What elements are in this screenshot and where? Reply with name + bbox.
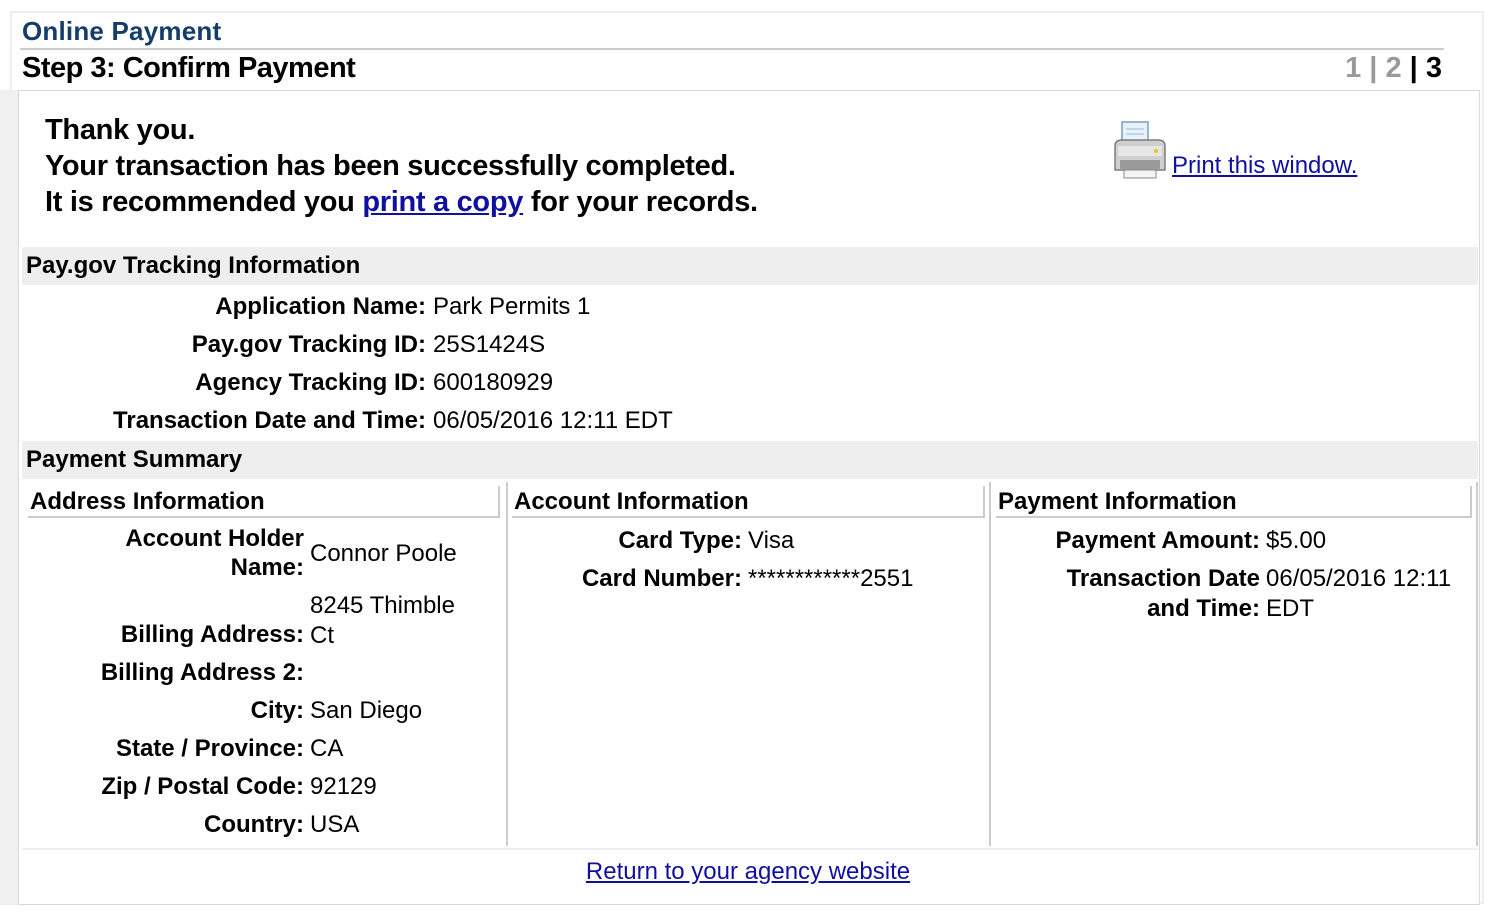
field-value: 600180929 — [433, 369, 554, 396]
field-value: Visa — [748, 527, 795, 554]
field-value: Park Permits 1 — [433, 293, 591, 320]
tracking-section-header: Pay.gov Tracking Information — [22, 247, 1478, 285]
title-divider — [20, 48, 1444, 50]
success-line: Your transaction has been successfully c… — [45, 150, 736, 182]
payment-info-heading: Payment Information — [996, 486, 1472, 518]
label-line: Account Holder — [125, 525, 304, 552]
print-window-area: Print this window. — [1112, 112, 1357, 182]
field-label: Country: — [204, 811, 304, 838]
field-label: Billing Address 2: — [100, 659, 304, 686]
footer: Return to your agency website — [0, 858, 1496, 886]
field-label: Account Holder Name: — [30, 524, 304, 582]
print-copy-link[interactable]: print a copy — [362, 186, 523, 218]
step-title: Step 3: Confirm Payment — [22, 52, 356, 84]
field-value: 25S1424S — [433, 331, 546, 358]
tracking-row: Agency Tracking ID: 600180929 — [22, 364, 1022, 402]
field-label: Card Number: — [581, 565, 742, 592]
value-line: 8245 Thimble — [310, 592, 455, 619]
field-value: 06/05/2016 12:11 EDT — [433, 407, 673, 434]
step-3-current: 3 — [1425, 52, 1442, 84]
print-window-link[interactable]: Print this window. — [1172, 152, 1357, 180]
value-line: EDT — [1266, 595, 1314, 622]
field-value: Connor Poole — [310, 540, 457, 567]
return-to-agency-link[interactable]: Return to your agency website — [586, 858, 910, 885]
field-label: State / Province: — [115, 735, 304, 762]
field-value: 92129 — [310, 773, 377, 800]
field-value: 06/05/2016 12:11 EDT — [1266, 564, 1451, 624]
value-line: 06/05/2016 12:11 — [1266, 565, 1452, 592]
field-value: 8245 Thimble Ct — [310, 591, 455, 651]
tracking-row: Pay.gov Tracking ID: 25S1424S — [22, 326, 1022, 364]
page-title: Online Payment — [22, 16, 222, 46]
step-1: 1 — [1345, 52, 1362, 84]
field-value: USA — [310, 811, 360, 838]
field-label: Transaction Date and Time: — [113, 407, 426, 434]
recommend-text: It is recommended you — [45, 186, 363, 218]
step-indicator: 1 | 2 | 3 — [1345, 52, 1442, 85]
field-value: ************2551 — [748, 565, 914, 592]
printer-icon[interactable] — [1112, 120, 1170, 182]
field-label: Agency Tracking ID: — [195, 369, 426, 396]
label-line: Transaction Date — [1066, 565, 1260, 592]
field-label: Billing Address: — [120, 621, 304, 648]
print-recommendation: It is recommended you print a copy for y… — [45, 184, 758, 220]
field-label: Card Type: — [618, 527, 742, 554]
field-label: City: — [250, 697, 304, 724]
tracking-row: Transaction Date and Time: 06/05/2016 12… — [22, 402, 1022, 440]
thanks-line: Thank you. — [45, 114, 196, 146]
content-left-margin — [0, 90, 18, 905]
field-label: Zip / Postal Code: — [101, 773, 304, 800]
step-separator: | — [1369, 52, 1378, 84]
label-line: Name: — [230, 554, 304, 581]
value-line: Ct — [310, 622, 334, 649]
address-info-heading: Address Information — [28, 486, 500, 518]
records-text: for your records. — [523, 186, 758, 218]
confirmation-message: Thank you. Your transaction has been suc… — [45, 112, 758, 220]
field-value: CA — [310, 735, 344, 762]
payment-summary-header: Payment Summary — [22, 441, 1478, 479]
footer-divider — [22, 848, 1478, 850]
step-separator: | — [1409, 52, 1418, 84]
field-label: Payment Amount: — [1055, 527, 1260, 554]
field-label: Pay.gov Tracking ID: — [191, 331, 426, 358]
label-line: and Time: — [1147, 595, 1260, 622]
step-2: 2 — [1385, 52, 1402, 84]
field-value: San Diego — [310, 697, 423, 724]
account-info-heading: Account Information — [512, 486, 985, 518]
field-label: Application Name: — [215, 293, 426, 320]
tracking-row: Application Name: Park Permits 1 — [22, 288, 1022, 326]
field-label: Transaction Date and Time: — [998, 564, 1260, 624]
field-value: $5.00 — [1266, 527, 1327, 554]
